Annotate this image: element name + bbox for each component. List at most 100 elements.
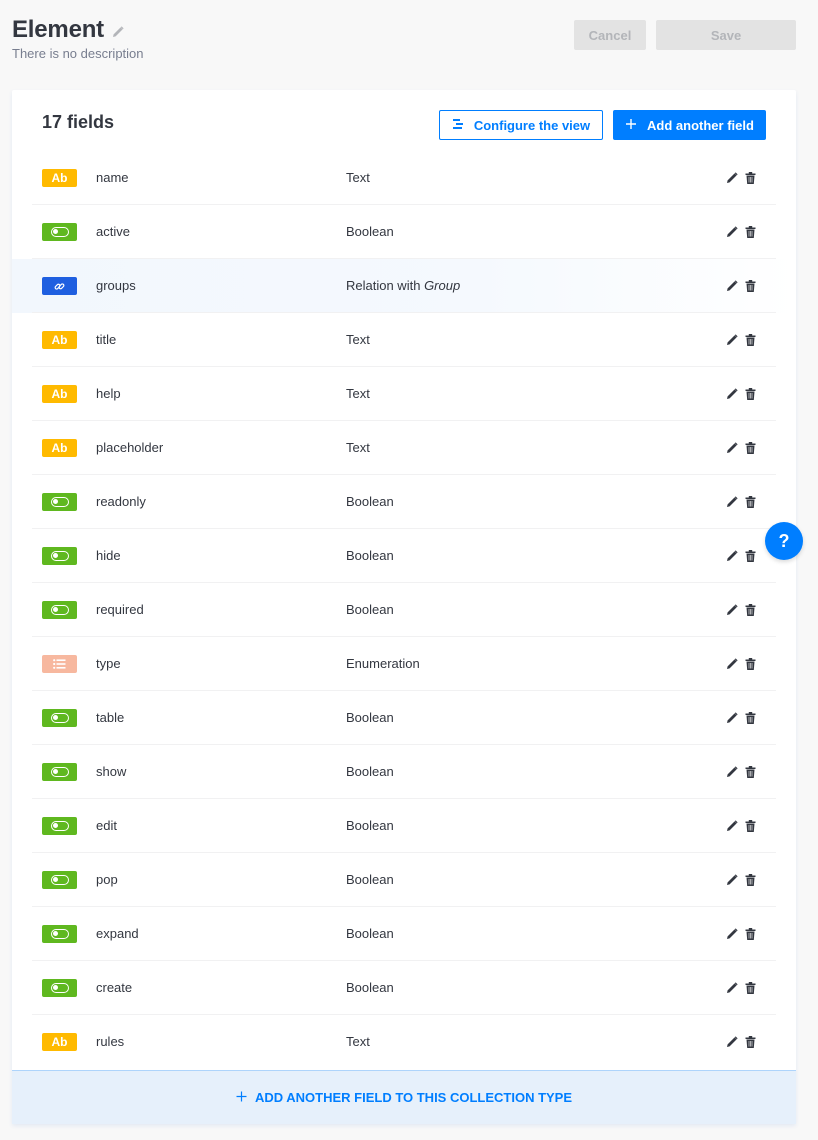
toggle-icon: [42, 763, 77, 781]
delete-trash-icon[interactable]: [745, 603, 756, 616]
delete-trash-icon[interactable]: [745, 873, 756, 886]
field-row-expand[interactable]: expand Boolean: [12, 907, 796, 961]
field-type-label: Boolean: [346, 602, 394, 617]
delete-trash-icon[interactable]: [745, 333, 756, 346]
field-type-label: Enumeration: [346, 656, 420, 671]
edit-pencil-icon[interactable]: [726, 711, 738, 723]
edit-pencil-icon[interactable]: [726, 225, 738, 237]
toggle-icon: [42, 601, 77, 619]
fields-card: 17 fields Configure the view Add another…: [12, 90, 796, 1124]
field-row-type[interactable]: type Enumeration: [12, 637, 796, 691]
edit-pencil-icon[interactable]: [726, 279, 738, 291]
delete-trash-icon[interactable]: [745, 819, 756, 832]
help-button[interactable]: ?: [765, 522, 803, 560]
field-row-table[interactable]: table Boolean: [12, 691, 796, 745]
text-type-badge: Ab: [42, 385, 77, 403]
edit-pencil-icon[interactable]: [726, 171, 738, 183]
field-row-required[interactable]: required Boolean: [12, 583, 796, 637]
field-name: active: [96, 224, 130, 239]
toggle-icon: [42, 925, 77, 943]
field-row-rules[interactable]: Ab rules Text: [12, 1015, 796, 1069]
field-type: Boolean: [346, 926, 394, 941]
delete-trash-icon[interactable]: [745, 711, 756, 724]
edit-pencil-icon[interactable]: [726, 765, 738, 777]
field-row-active[interactable]: active Boolean: [12, 205, 796, 259]
header-actions: Cancel Save: [574, 20, 796, 50]
text-type-badge: Ab: [42, 169, 77, 187]
edit-title-pencil-icon[interactable]: [112, 26, 124, 38]
edit-pencil-icon[interactable]: [726, 981, 738, 993]
toggle-icon: [42, 979, 77, 997]
field-row-help[interactable]: Ab help Text: [12, 367, 796, 421]
field-row-name[interactable]: Ab name Text: [12, 151, 796, 205]
field-row-edit[interactable]: edit Boolean: [12, 799, 796, 853]
add-field-label: Add another field: [647, 117, 754, 133]
field-type: Enumeration: [346, 656, 420, 671]
field-row-show[interactable]: show Boolean: [12, 745, 796, 799]
edit-pencil-icon[interactable]: [726, 657, 738, 669]
field-row-placeholder[interactable]: Ab placeholder Text: [12, 421, 796, 475]
field-name: pop: [96, 872, 118, 887]
field-type-label: Relation with: [346, 278, 421, 293]
field-type: Boolean: [346, 494, 394, 509]
toggle-icon: [42, 871, 77, 889]
toggle-icon: [42, 709, 77, 727]
field-row-readonly[interactable]: readonly Boolean: [12, 475, 796, 529]
field-type: Text: [346, 386, 370, 401]
edit-pencil-icon[interactable]: [726, 387, 738, 399]
field-name: show: [96, 764, 127, 779]
field-type: Boolean: [346, 710, 394, 725]
field-name: groups: [96, 278, 136, 293]
field-type: Relation with Group: [346, 278, 460, 293]
configure-icon: [452, 118, 464, 133]
toggle-shape: [50, 929, 69, 939]
delete-trash-icon[interactable]: [745, 657, 756, 670]
delete-trash-icon[interactable]: [745, 495, 756, 508]
delete-trash-icon[interactable]: [745, 981, 756, 994]
list-icon: [42, 655, 77, 673]
toggle-shape: [50, 227, 69, 237]
field-row-create[interactable]: create Boolean: [12, 961, 796, 1015]
edit-pencil-icon[interactable]: [726, 873, 738, 885]
edit-pencil-icon[interactable]: [726, 441, 738, 453]
delete-trash-icon[interactable]: [745, 171, 756, 184]
delete-trash-icon[interactable]: [745, 387, 756, 400]
field-name: type: [96, 656, 121, 671]
delete-trash-icon[interactable]: [745, 927, 756, 940]
save-button[interactable]: Save: [656, 20, 796, 50]
field-type: Boolean: [346, 980, 394, 995]
edit-pencil-icon[interactable]: [726, 819, 738, 831]
field-count: 17 fields: [42, 112, 115, 132]
plus-icon: [625, 118, 637, 133]
field-name: required: [96, 602, 144, 617]
field-name: name: [96, 170, 129, 185]
field-row-title[interactable]: Ab title Text: [12, 313, 796, 367]
delete-trash-icon[interactable]: [745, 441, 756, 454]
field-name: edit: [96, 818, 117, 833]
text-type-badge: Ab: [42, 439, 77, 457]
field-row-groups[interactable]: groups Relation with Group: [12, 259, 796, 313]
edit-pencil-icon[interactable]: [726, 1035, 738, 1047]
delete-trash-icon[interactable]: [745, 1035, 756, 1048]
field-type: Boolean: [346, 602, 394, 617]
delete-trash-icon[interactable]: [745, 549, 756, 562]
toggle-shape: [50, 497, 69, 507]
delete-trash-icon[interactable]: [745, 765, 756, 778]
edit-pencil-icon[interactable]: [726, 603, 738, 615]
field-type-label: Text: [346, 440, 370, 455]
edit-pencil-icon[interactable]: [726, 333, 738, 345]
text-type-badge: Ab: [42, 1033, 77, 1051]
field-row-pop[interactable]: pop Boolean: [12, 853, 796, 907]
edit-pencil-icon[interactable]: [726, 549, 738, 561]
delete-trash-icon[interactable]: [745, 279, 756, 292]
cancel-button[interactable]: Cancel: [574, 20, 646, 50]
add-field-button[interactable]: Add another field: [613, 110, 766, 140]
field-row-hide[interactable]: hide Boolean: [12, 529, 796, 583]
field-type-label: Text: [346, 332, 370, 347]
configure-view-button[interactable]: Configure the view: [439, 110, 603, 140]
add-field-to-collection-button[interactable]: ADD ANOTHER FIELD TO THIS COLLECTION TYP…: [12, 1070, 796, 1124]
delete-trash-icon[interactable]: [745, 225, 756, 238]
edit-pencil-icon[interactable]: [726, 495, 738, 507]
edit-pencil-icon[interactable]: [726, 927, 738, 939]
toggle-shape: [50, 983, 69, 993]
